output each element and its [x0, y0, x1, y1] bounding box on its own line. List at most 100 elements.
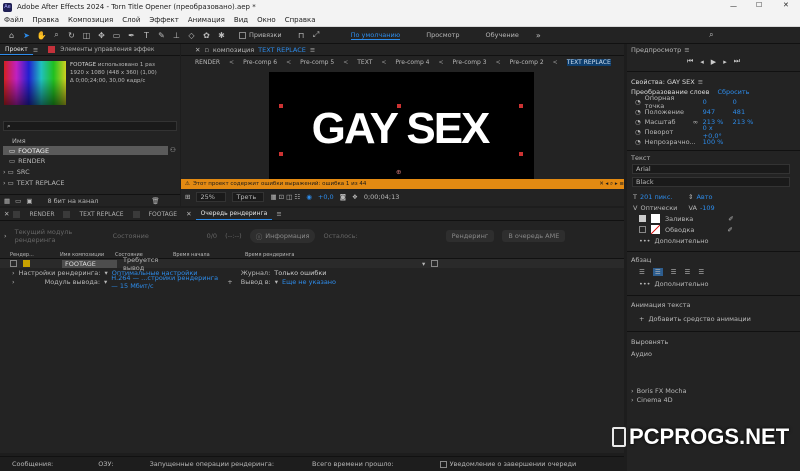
- color-icon[interactable]: ◉: [306, 193, 312, 201]
- channel-icon[interactable]: ❖: [352, 193, 358, 201]
- zoom-select[interactable]: 25%: [196, 192, 227, 202]
- stopwatch-icon[interactable]: ◔: [635, 108, 641, 116]
- column-header[interactable]: Время начала: [173, 252, 245, 258]
- comp-name-cell[interactable]: FOOTAGE: [62, 259, 117, 268]
- list-item[interactable]: ▭ FOOTAGE: [3, 146, 168, 155]
- eyedropper-icon[interactable]: ✐: [728, 215, 733, 223]
- reset-link[interactable]: Сбросить: [717, 88, 749, 96]
- column-header[interactable]: Время рендеринга: [245, 252, 305, 258]
- flowchart-icon[interactable]: ⚇: [170, 146, 176, 154]
- column-header[interactable]: Имя композиции: [60, 252, 115, 258]
- flow-tab[interactable]: Pre-comp 3: [453, 59, 487, 66]
- bbox-handle[interactable]: [279, 104, 283, 108]
- fill-swatch[interactable]: [651, 214, 660, 223]
- workspace-learn[interactable]: Обучение: [486, 31, 519, 39]
- property-value-1[interactable]: 947: [703, 108, 729, 116]
- bbox-handle[interactable]: [279, 152, 283, 156]
- menu-help[interactable]: Справка: [285, 16, 316, 24]
- selection-tool-icon[interactable]: ➤: [21, 30, 32, 41]
- notify-checkbox[interactable]: [439, 460, 447, 468]
- stopwatch-icon[interactable]: ◔: [635, 128, 641, 136]
- grid-icon[interactable]: ▦ ⊡ ◫ ☷: [270, 193, 300, 201]
- magnify-icon[interactable]: ⊞: [185, 193, 190, 201]
- tab-render-queue[interactable]: Очередь рендеринга: [195, 209, 273, 220]
- chevron-right-icon[interactable]: ›: [12, 278, 15, 286]
- menu-layer[interactable]: Слой: [122, 16, 140, 24]
- font-style-select[interactable]: Black: [632, 177, 790, 187]
- audio-panel-title[interactable]: Аудио: [627, 350, 800, 362]
- menu-icon[interactable]: ≡: [310, 46, 315, 54]
- stroke-checkbox[interactable]: [639, 226, 646, 233]
- notify-label[interactable]: Уведомление о завершении очереди: [450, 460, 577, 468]
- bpc-label[interactable]: 8 бит на канал: [47, 197, 98, 205]
- flow-tab[interactable]: Pre-comp 2: [510, 59, 544, 66]
- menu-icon[interactable]: ≡: [698, 78, 703, 86]
- stopwatch-icon[interactable]: ◔: [635, 98, 641, 106]
- chevron-right-icon[interactable]: ›: [4, 232, 7, 240]
- rotate-tool-icon[interactable]: ↻: [66, 30, 77, 41]
- kerning-value[interactable]: Оптически: [640, 204, 685, 212]
- exposure-value[interactable]: +0,0: [318, 193, 334, 201]
- play-icon[interactable]: ▶: [711, 58, 716, 66]
- text-more[interactable]: ••• Дополнительно: [627, 235, 800, 247]
- menu-icon[interactable]: ≡: [33, 46, 38, 54]
- ame-queue-button[interactable]: В очередь AME: [502, 230, 566, 242]
- render-checkbox[interactable]: [10, 260, 17, 267]
- stroke-swatch[interactable]: [651, 225, 660, 234]
- justify-icon[interactable]: ☰: [684, 268, 690, 276]
- bbox-handle[interactable]: [519, 152, 523, 156]
- minimize-button[interactable]: —: [730, 2, 737, 10]
- chevron-right-icon[interactable]: ›: [3, 179, 6, 187]
- comp-viewer[interactable]: GAY SEX ⊕: [269, 72, 534, 180]
- link-icon[interactable]: ∞: [693, 118, 699, 126]
- output-to-value[interactable]: Еще не указано: [282, 278, 336, 286]
- font-size-value[interactable]: 201 пикс.: [640, 193, 685, 201]
- puppet-tool-icon[interactable]: ✱: [216, 30, 227, 41]
- flow-tab[interactable]: Pre-comp 4: [395, 59, 429, 66]
- last-frame-icon[interactable]: ⏭: [734, 57, 740, 66]
- type-tool-icon[interactable]: T: [141, 30, 152, 41]
- snap-toggle[interactable]: Привязки: [239, 31, 282, 39]
- list-item[interactable]: › ▭ SRC: [3, 168, 30, 176]
- info-button[interactable]: ⓘ Информация: [249, 229, 316, 243]
- zoom-tool-icon[interactable]: ⌕: [51, 30, 62, 41]
- bbox-handle[interactable]: [519, 104, 523, 108]
- output-module-value[interactable]: H.264 — ...стройки рендеринга — 15 Мбит/…: [111, 274, 223, 290]
- workspace-default[interactable]: По умолчанию: [350, 31, 401, 40]
- menu-icon[interactable]: ≡: [276, 210, 281, 218]
- lock-icon[interactable]: ▫: [204, 46, 208, 54]
- close-icon[interactable]: ✕: [195, 46, 200, 54]
- tracking-value[interactable]: -109: [700, 204, 715, 212]
- prev-frame-icon[interactable]: ◂: [700, 58, 704, 66]
- snap-expand-icon[interactable]: ⤢: [311, 30, 322, 41]
- menu-window[interactable]: Окно: [257, 16, 276, 24]
- add-icon[interactable]: +: [227, 278, 232, 286]
- interpret-icon[interactable]: ▦: [4, 197, 10, 205]
- next-frame-icon[interactable]: ▸: [723, 58, 727, 66]
- render-checkbox[interactable]: [431, 260, 439, 267]
- menu-view[interactable]: Вид: [234, 16, 248, 24]
- close-icon[interactable]: ✕: [4, 210, 9, 218]
- camera-tool-icon[interactable]: ◫: [81, 30, 92, 41]
- paragraph-more[interactable]: ••• Дополнительно: [627, 278, 800, 290]
- home-icon[interactable]: ⌂: [6, 30, 17, 41]
- close-button[interactable]: ✕: [783, 1, 789, 9]
- snap-magnet-icon[interactable]: ⊓: [296, 30, 307, 41]
- name-column-header[interactable]: Имя: [12, 137, 26, 145]
- error-nav-icon[interactable]: ✕ ◂ ⌕ ▸ ≡: [599, 181, 624, 188]
- camera-icon[interactable]: ◙: [340, 193, 346, 201]
- property-value-1[interactable]: 100 %: [703, 138, 729, 146]
- chevron-right-icon[interactable]: ›: [12, 269, 15, 277]
- justify-all-icon[interactable]: ☰: [698, 268, 704, 276]
- column-header[interactable]: Рендер...: [10, 252, 60, 258]
- chevron-down-icon[interactable]: ▾: [275, 278, 278, 286]
- trash-icon[interactable]: 🗑: [151, 197, 159, 205]
- menu-file[interactable]: Файл: [4, 16, 23, 24]
- chevron-down-icon[interactable]: ▾: [104, 278, 107, 286]
- workspace-review[interactable]: Просмотр: [426, 31, 459, 39]
- list-item[interactable]: ▭ RENDER: [3, 157, 45, 165]
- rectangle-tool-icon[interactable]: ▭: [111, 30, 122, 41]
- comp-tab-name[interactable]: TEXT REPLACE: [258, 46, 306, 54]
- expression-error-bar[interactable]: ⚠ Этот проект содержит ошибки выражений:…: [181, 179, 624, 189]
- chevron-right-icon[interactable]: ›: [3, 168, 6, 176]
